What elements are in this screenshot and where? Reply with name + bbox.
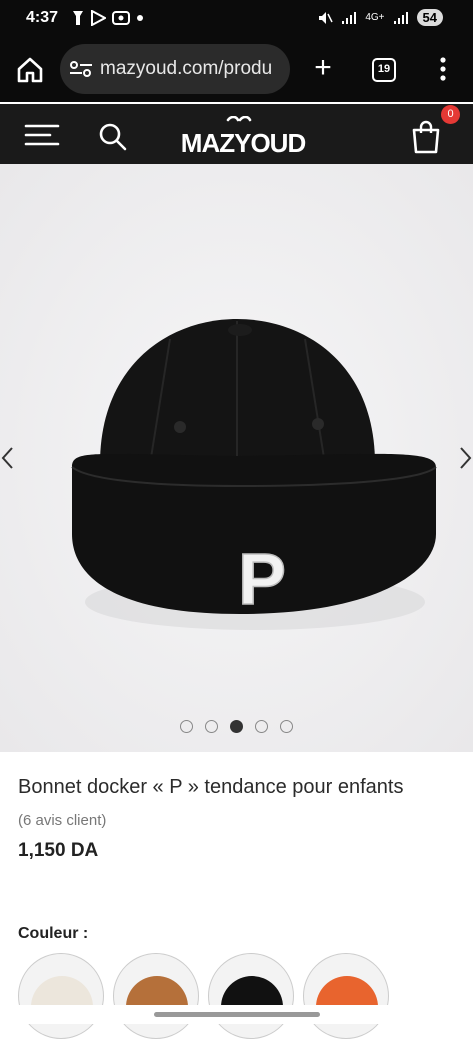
url-text[interactable]: mazyoud.com/produ	[100, 58, 285, 80]
color-swatch-black[interactable]	[208, 953, 294, 1039]
address-bar[interactable]: mazyoud.com/produ	[60, 44, 290, 94]
status-system-icons: 4G+ 54	[317, 9, 443, 26]
product-image: P	[0, 164, 473, 752]
site-settings-icon[interactable]	[68, 58, 94, 80]
dot-icon	[137, 15, 143, 21]
gallery-dot-active[interactable]	[230, 720, 243, 733]
color-swatch-brown[interactable]	[113, 953, 199, 1039]
status-time: 4:37	[26, 9, 59, 26]
tab-switcher-button[interactable]: 19	[372, 58, 396, 82]
flashlight-icon	[73, 11, 83, 25]
cap-letter: P	[238, 540, 286, 620]
product-price: 1,150 DA	[18, 840, 99, 861]
product-info: Bonnet docker « P » tendance pour enfant…	[18, 775, 458, 862]
home-icon[interactable]	[14, 54, 46, 86]
new-tab-button[interactable]: +	[308, 53, 338, 84]
status-notification-icons	[72, 10, 144, 26]
color-swatch-cream[interactable]	[18, 953, 104, 1039]
browser-toolbar: mazyoud.com/produ + 19	[0, 36, 473, 102]
gesture-nav-bar[interactable]	[154, 1012, 320, 1017]
gallery-dot[interactable]	[280, 720, 293, 733]
gallery-dot[interactable]	[180, 720, 193, 733]
review-count-link[interactable]: (6 avis client)	[18, 812, 458, 829]
next-image-icon[interactable]	[457, 444, 473, 472]
product-title: Bonnet docker « P » tendance pour enfant…	[18, 776, 404, 798]
previous-image-icon[interactable]	[0, 444, 16, 472]
hamburger-menu-icon[interactable]	[24, 122, 60, 148]
signal-icon	[342, 11, 357, 24]
gallery-dot[interactable]	[255, 720, 268, 733]
browser-menu-icon[interactable]	[436, 54, 450, 84]
color-swatch-orange[interactable]	[303, 953, 389, 1039]
mute-icon	[319, 11, 334, 24]
media-icon	[112, 11, 130, 25]
network-type: 4G+	[365, 12, 385, 23]
product-gallery[interactable]: P	[0, 164, 473, 752]
logo-text: MAZYOUD	[181, 128, 306, 158]
battery-level: 54	[416, 9, 443, 26]
signal-icon-2	[393, 11, 408, 24]
play-store-icon	[91, 10, 106, 26]
color-label: Couleur :	[18, 925, 89, 942]
site-header: MAZYOUD	[0, 104, 473, 164]
gallery-dot[interactable]	[205, 720, 218, 733]
search-icon[interactable]	[98, 122, 128, 152]
cart-count-badge: 0	[441, 105, 460, 124]
site-logo[interactable]: MAZYOUD	[178, 116, 308, 158]
cart-icon[interactable]	[410, 120, 442, 154]
status-bar: 4:37 4G+ 54	[0, 0, 473, 36]
gallery-pagination	[180, 720, 293, 733]
color-swatches	[18, 953, 389, 1039]
